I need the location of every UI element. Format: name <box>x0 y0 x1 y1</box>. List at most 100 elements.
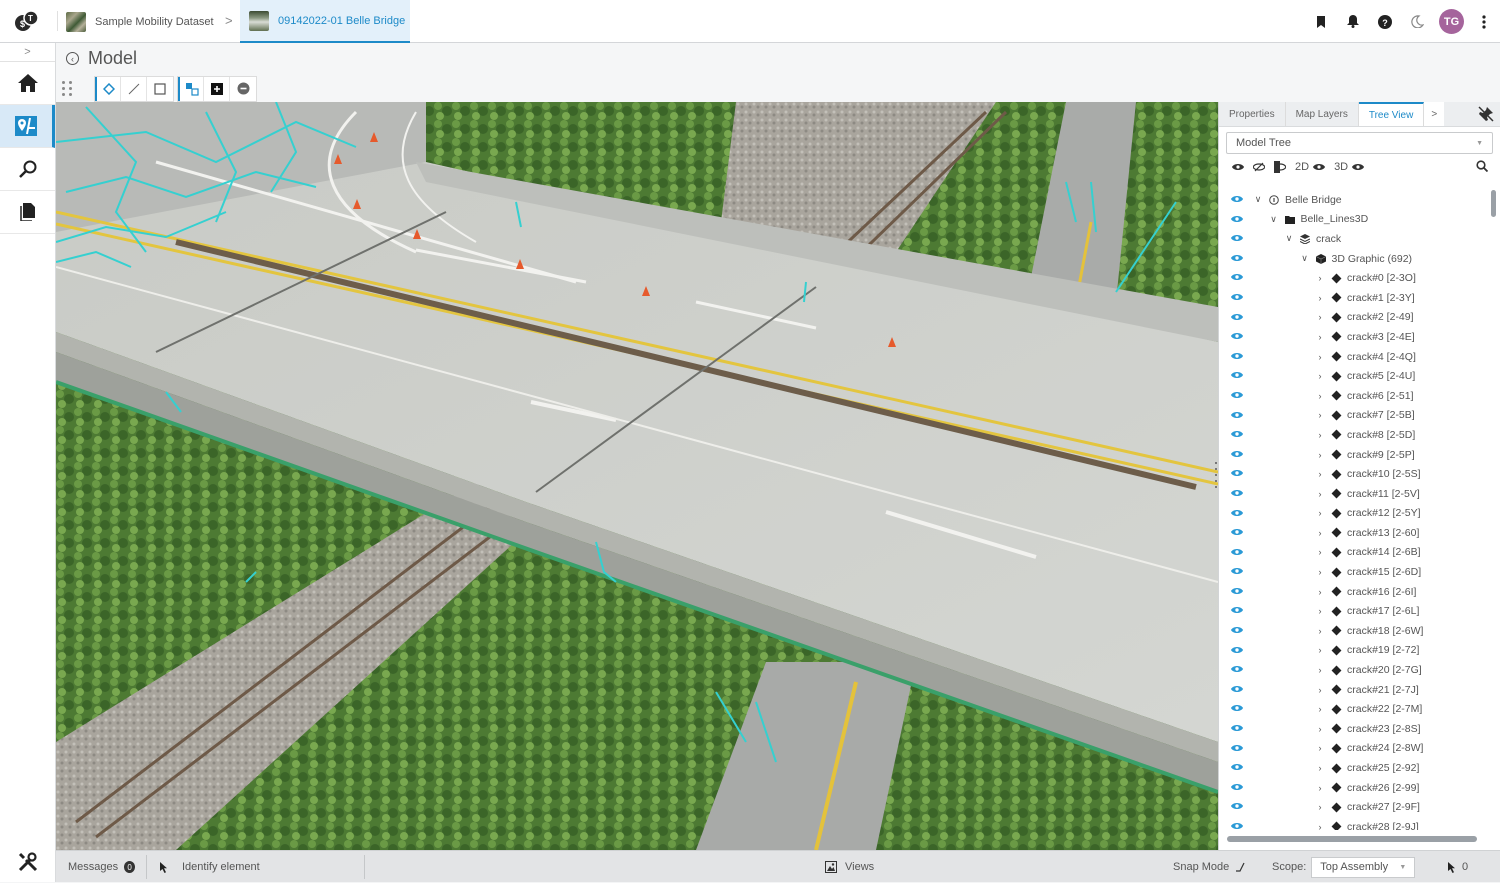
toolbar-drag-handle[interactable] <box>62 80 74 97</box>
tree-node[interactable]: › crack#14 [2-6B] <box>1219 543 1489 563</box>
3d-viewport[interactable] <box>56 102 1218 850</box>
visibility-eye-icon[interactable] <box>1231 626 1243 634</box>
chevron-right-icon[interactable]: › <box>1315 293 1325 303</box>
visibility-eye-icon[interactable] <box>1231 411 1243 419</box>
app-logo-icon[interactable]: $ T <box>14 10 40 32</box>
tree-node[interactable]: › crack#21 [2-7J] <box>1219 680 1489 700</box>
visibility-eye-icon[interactable] <box>1231 313 1243 321</box>
chevron-right-icon[interactable]: › <box>1315 626 1325 636</box>
visibility-eye-icon[interactable] <box>1231 744 1243 752</box>
chevron-right-icon[interactable]: › <box>1315 802 1325 812</box>
visibility-eye-icon[interactable] <box>1231 234 1243 242</box>
tree-node[interactable]: ∨ crack <box>1219 229 1489 249</box>
chevron-right-icon[interactable]: › <box>1315 450 1325 460</box>
visibility-eye-icon[interactable] <box>1231 293 1243 301</box>
chevron-right-icon[interactable]: › <box>1315 312 1325 322</box>
visibility-eye-icon[interactable] <box>1231 548 1243 556</box>
snap-mode-button[interactable]: Snap Mode <box>1173 851 1245 883</box>
visibility-eye-icon[interactable] <box>1231 371 1243 379</box>
visibility-eye-icon[interactable] <box>1231 332 1243 340</box>
tree-node[interactable]: › crack#20 [2-7G] <box>1219 660 1489 680</box>
tab-map-layers[interactable]: Map Layers <box>1286 102 1359 126</box>
visibility-eye-icon[interactable] <box>1231 567 1243 575</box>
visibility-eye-icon[interactable] <box>1231 763 1243 771</box>
tree-node[interactable]: › crack#22 [2-7M] <box>1219 699 1489 719</box>
toggle-2d-button[interactable]: 2D <box>1295 161 1326 173</box>
search-icon[interactable] <box>1476 160 1488 172</box>
tree-node[interactable]: › crack#2 [2-49] <box>1219 308 1489 328</box>
tree-node[interactable]: › crack#10 [2-5S] <box>1219 464 1489 484</box>
bell-icon[interactable] <box>1337 0 1369 43</box>
breadcrumb-dataset[interactable]: Sample Mobility Dataset <box>66 0 214 43</box>
chevron-right-icon[interactable]: › <box>1315 430 1325 440</box>
tree-horizontal-scrollbar[interactable] <box>1227 836 1477 842</box>
chevron-right-icon[interactable]: › <box>1315 587 1325 597</box>
chevron-down-icon[interactable]: ∨ <box>1269 214 1279 225</box>
visibility-eye-icon[interactable] <box>1231 646 1243 654</box>
visibility-eye-icon[interactable] <box>1231 450 1243 458</box>
help-icon[interactable]: ? <box>1369 0 1401 43</box>
chevron-down-icon[interactable]: ∨ <box>1300 253 1310 264</box>
tree-node[interactable]: › crack#6 [2-51] <box>1219 386 1489 406</box>
nav-item-search[interactable] <box>0 148 55 191</box>
visibility-eye-icon[interactable] <box>1231 528 1243 536</box>
views-button[interactable]: Views <box>825 851 874 883</box>
tree-node[interactable]: › crack#19 [2-72] <box>1219 641 1489 661</box>
tab-tree-view[interactable]: Tree View <box>1358 102 1425 126</box>
nav-item-documents[interactable] <box>0 191 55 234</box>
visibility-eye-icon[interactable] <box>1231 430 1243 438</box>
visibility-eye-icon[interactable] <box>1231 215 1243 223</box>
tree-node[interactable]: › crack#24 [2-8W] <box>1219 739 1489 759</box>
tree-node[interactable]: › crack#25 [2-92] <box>1219 758 1489 778</box>
chevron-right-icon[interactable]: › <box>1315 567 1325 577</box>
tree-node[interactable]: › crack#28 [2-9J] <box>1219 817 1489 830</box>
chevron-right-icon[interactable]: › <box>1315 352 1325 362</box>
more-vertical-icon[interactable] <box>1474 0 1494 43</box>
tree-node[interactable]: › crack#26 [2-99] <box>1219 778 1489 798</box>
visibility-eye-icon[interactable] <box>1231 254 1243 262</box>
visibility-eye-icon[interactable] <box>1231 802 1243 810</box>
select-point-tool-button[interactable] <box>95 76 121 101</box>
tree-node[interactable]: › crack#7 [2-5B] <box>1219 406 1489 426</box>
chevron-right-icon[interactable]: › <box>1315 685 1325 695</box>
chevron-right-icon[interactable]: › <box>1315 273 1325 283</box>
chevron-right-icon[interactable]: › <box>1315 332 1325 342</box>
line-tool-button[interactable] <box>121 76 147 101</box>
invert-visibility-button[interactable] <box>1274 161 1286 173</box>
tabs-more-button[interactable]: > <box>1424 102 1445 126</box>
tab-properties[interactable]: Properties <box>1219 102 1286 126</box>
chevron-right-icon[interactable]: › <box>1315 508 1325 518</box>
visibility-eye-icon[interactable] <box>1231 724 1243 732</box>
chevron-right-icon[interactable]: › <box>1315 704 1325 714</box>
visibility-eye-icon[interactable] <box>1231 822 1243 830</box>
user-avatar[interactable]: TG <box>1439 9 1464 34</box>
bookmark-icon[interactable] <box>1305 0 1337 43</box>
tree-node[interactable]: › crack#0 [2-3O] <box>1219 268 1489 288</box>
tree-node[interactable]: › crack#27 [2-9F] <box>1219 797 1489 817</box>
chevron-right-icon[interactable]: › <box>1315 410 1325 420</box>
selection-count[interactable]: 0 <box>1448 851 1468 883</box>
chevron-right-icon[interactable]: › <box>1315 743 1325 753</box>
visibility-eye-icon[interactable] <box>1231 352 1243 360</box>
visibility-eye-icon[interactable] <box>1231 489 1243 497</box>
visibility-eye-icon[interactable] <box>1231 704 1243 712</box>
tree-node[interactable]: › crack#12 [2-5Y] <box>1219 504 1489 524</box>
chevron-right-icon[interactable]: › <box>1315 724 1325 734</box>
tree-node[interactable]: › crack#8 [2-5D] <box>1219 425 1489 445</box>
nav-expand-button[interactable]: > <box>0 43 55 62</box>
chevron-down-icon[interactable]: ∨ <box>1253 194 1263 205</box>
tree-node[interactable]: › crack#11 [2-5V] <box>1219 484 1489 504</box>
unpin-icon[interactable] <box>1478 106 1494 122</box>
breadcrumb-model[interactable]: 09142022-01 Belle Bridge <box>240 0 410 43</box>
chevron-right-icon[interactable]: › <box>1315 783 1325 793</box>
chevron-right-icon[interactable]: › <box>1315 606 1325 616</box>
messages-button[interactable]: Messages 0 <box>68 851 136 883</box>
add-tool-button[interactable] <box>204 76 230 101</box>
visibility-eye-icon[interactable] <box>1231 685 1243 693</box>
tree-node[interactable]: › crack#4 [2-4Q] <box>1219 347 1489 367</box>
tree-node[interactable]: ∨ 3D Graphic (692) <box>1219 249 1489 269</box>
tree-node[interactable]: › crack#18 [2-6W] <box>1219 621 1489 641</box>
hide-all-button[interactable] <box>1253 162 1265 172</box>
tree-node[interactable]: ∨ Belle_Lines3D <box>1219 210 1489 230</box>
tree-vertical-scrollbar[interactable] <box>1491 190 1496 217</box>
